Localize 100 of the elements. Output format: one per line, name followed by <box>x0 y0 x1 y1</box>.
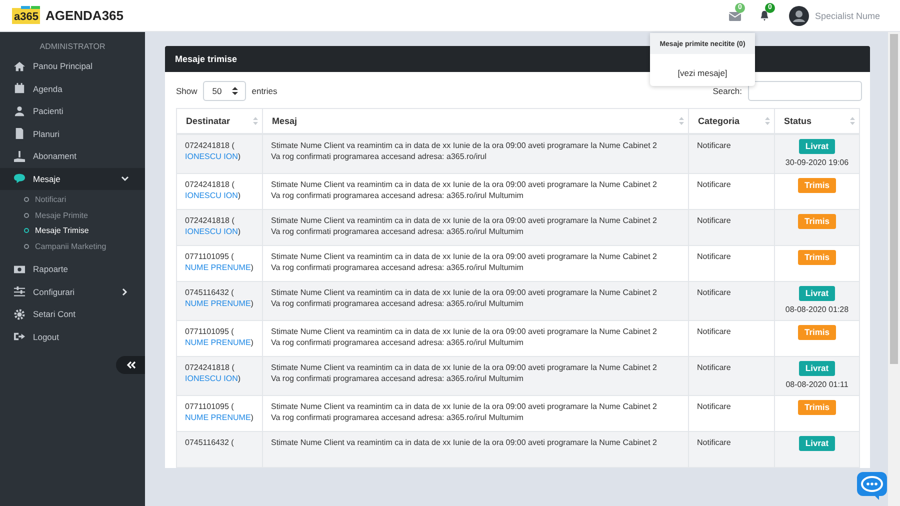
logo-mark: a365 <box>12 8 40 24</box>
search-field[interactable] <box>748 81 862 101</box>
phone-number: 0745116432 ( <box>185 438 234 447</box>
sort-icon <box>850 117 855 125</box>
envelope-icon[interactable] <box>728 10 741 20</box>
message-text: Stimate Nume Client va reamintim ca in data de xx Iunie de la ora 09:00 aveti programare la Nume Cabinet 2 <box>271 362 658 373</box>
category-text: Notificare <box>697 252 731 261</box>
category-text: Notificare <box>697 216 731 225</box>
message-text: Va rog confirmati programarea accesand adresa: a365.ro/irul Multumim <box>271 262 524 273</box>
message-text: Va rog confirmati programarea accesand adresa: a365.ro/irul <box>271 151 488 162</box>
phone-number: 0771101095 ( <box>185 252 234 261</box>
sidebar-item[interactable]: Setari Cont <box>0 303 145 326</box>
phone-number: 0771101095 ( <box>185 402 234 411</box>
scrollbar[interactable] <box>888 32 900 506</box>
chat-bubble-icon[interactable] <box>857 472 887 500</box>
submenu-item[interactable]: Campanii Marketing <box>24 238 145 254</box>
avatar-icon[interactable] <box>788 6 809 26</box>
category-text: Notificare <box>697 363 731 372</box>
collapse-sidebar-button[interactable] <box>116 356 145 374</box>
closing-paren: ) <box>238 374 241 383</box>
sidebar-section-title: ADMINISTRATOR <box>38 42 106 51</box>
status-badge: Trimis <box>798 325 836 340</box>
phone-number: 0745116432 ( <box>185 288 234 297</box>
card-title: Mesaje trimise <box>175 54 238 64</box>
spinner-arrows-icon <box>232 87 238 95</box>
message-text: Va rog confirmati programarea accesand adresa: a365.ro/irul Multumim <box>271 337 524 348</box>
status-badge: Livrat <box>799 436 835 451</box>
closing-paren: ) <box>238 152 241 161</box>
page-size-select[interactable]: 50 <box>203 81 246 101</box>
delivery-date: 08-08-2020 01:28 <box>784 304 850 315</box>
submenu-item[interactable]: Notificari <box>24 192 145 208</box>
phone-number: 0771101095 ( <box>185 327 234 336</box>
search-label: Search: <box>712 86 742 96</box>
closing-paren: ) <box>250 338 254 347</box>
patient-link[interactable]: NUME PRENUME <box>185 338 251 347</box>
category-text: Notificare <box>697 180 731 189</box>
delivery-date: 08-08-2020 01:11 <box>784 379 850 390</box>
message-text: Va rog confirmati programarea accesand adresa: a365.ro/irul Multumim <box>271 298 524 309</box>
closing-paren: ) <box>250 299 254 308</box>
category-text: Notificare <box>697 327 731 336</box>
sidebar-item[interactable]: Pacienti <box>0 100 145 122</box>
user-icon <box>14 106 25 117</box>
message-text: Stimate Nume Client va reamintim ca in data de xx Iunie de la ora 09:00 aveti programare la Nume Cabinet 2 <box>271 287 658 298</box>
bell-icon[interactable] <box>758 10 770 21</box>
submenu-item[interactable]: Mesaje Trimise <box>24 223 145 238</box>
status-badge: Trimis <box>798 178 836 193</box>
status-badge: Trimis <box>798 214 836 229</box>
status-badge: Trimis <box>798 400 836 415</box>
sidebar-item[interactable]: Abonament <box>0 145 145 168</box>
sidebar-item[interactable]: Panou Principal <box>0 55 145 78</box>
patient-link[interactable]: NUME PRENUME <box>185 263 251 272</box>
home-icon <box>14 60 25 72</box>
message-text: Stimate Nume Client va reamintim ca in data de xx Iunie de la ora 09:00 aveti programare la Nume Cabinet 2 <box>271 326 658 337</box>
file-icon <box>14 128 25 140</box>
sort-icon <box>679 117 684 125</box>
category-text: Notificare <box>697 438 731 447</box>
message-text: Va rog confirmati programarea accesand adresa: a365.ro/irul Multumim <box>271 412 524 423</box>
category-text: Notificare <box>697 402 731 411</box>
message-text: Stimate Nume Client va reamintim ca in data de xx Iunie de la ora 09:00 aveti programare la Nume Cabinet 2 <box>271 251 658 262</box>
message-text: Stimate Nume Client va reamintim ca in data de xx Iunie de la ora 09:00 aveti programare la Nume Cabinet 2 <box>271 179 658 190</box>
sidebar-item[interactable]: Logout <box>0 326 145 348</box>
message-text: Va rog confirmati programarea accesand adresa: a365.ro/irul Multumim <box>271 373 524 384</box>
phone-number: 0724241818 ( <box>185 180 234 189</box>
closing-paren: ) <box>238 227 241 236</box>
message-text: Stimate Nume Client va reamintim ca in data de xx Iunie de la ora 09:00 aveti programare la Nume Cabinet 2 <box>271 215 658 226</box>
money-icon <box>14 264 25 275</box>
status-badge: Livrat <box>799 286 835 301</box>
sort-icon <box>253 117 258 125</box>
sidebar-item[interactable]: Agenda <box>0 78 145 100</box>
closing-paren: ) <box>250 413 254 422</box>
calendar-icon <box>14 83 25 94</box>
closing-paren: ) <box>238 191 241 200</box>
message-text: Stimate Nume Client va reamintim ca in data de xx Iunie de la ora 09:00 aveti programare la Nume Cabinet 2 <box>271 401 658 412</box>
view-messages-link[interactable]: [vezi mesaje] <box>650 54 755 86</box>
phone-number: 0724241818 ( <box>185 141 234 150</box>
logout-icon <box>14 331 25 342</box>
sort-icon <box>765 117 770 125</box>
message-text: Va rog confirmati programarea accesand adresa: a365.ro/irul Multumim <box>271 226 524 237</box>
double-chevron-left-icon <box>126 361 136 369</box>
message-text: Stimate Nume Client va reamintim ca in data de xx Iunie de la ora 09:00 aveti programare la Nume Cabinet 2 <box>271 437 658 448</box>
brand-name: AGENDA365 <box>45 8 124 23</box>
sidebar-item[interactable]: Rapoarte <box>0 258 145 280</box>
patient-link[interactable]: NUME PRENUME <box>185 413 251 422</box>
message-text: Va rog confirmati programarea accesand adresa: a365.ro/irul Multumim <box>271 190 524 201</box>
closing-paren: ) <box>250 263 254 272</box>
submenu-item[interactable]: Mesaje Primite <box>24 208 145 223</box>
entries-label: entries <box>252 86 278 96</box>
patient-link[interactable]: IONESCU ION <box>185 191 238 200</box>
category-text: Notificare <box>697 141 731 150</box>
sidebar-item[interactable]: Mesaje <box>0 168 145 190</box>
sidebar-item[interactable]: Configurari <box>0 280 145 303</box>
status-badge: Livrat <box>799 361 835 376</box>
chat-icon <box>14 173 25 184</box>
gear-icon <box>14 308 25 320</box>
sidebar-item[interactable]: Planuri <box>0 122 145 145</box>
show-label: Show <box>176 86 198 96</box>
phone-number: 0724241818 ( <box>185 363 234 372</box>
status-badge: Trimis <box>798 250 836 265</box>
delivery-date: 30-09-2020 19:06 <box>784 157 850 168</box>
sliders-icon <box>14 286 25 298</box>
